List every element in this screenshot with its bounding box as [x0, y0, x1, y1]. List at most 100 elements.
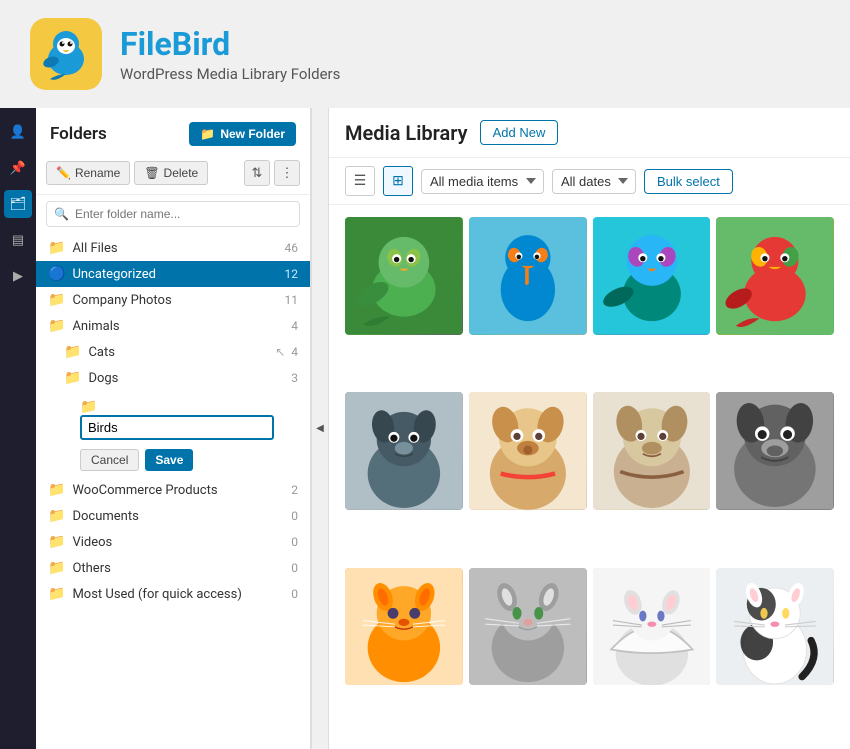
folder-label: Cats	[88, 345, 271, 360]
add-new-button[interactable]: Add New	[480, 120, 559, 145]
more-options-button[interactable]: ⋮	[274, 160, 300, 186]
folder-icon: 📁	[64, 344, 81, 360]
app-logo-icon	[30, 18, 102, 90]
grid-view-button[interactable]: ⊞	[383, 166, 413, 196]
media-header: Media Library Add New	[329, 108, 850, 158]
media-item-dog-3[interactable]	[593, 392, 711, 510]
folder-icon: 📁	[64, 370, 81, 386]
media-item-bird-1[interactable]	[345, 217, 463, 335]
rename-label: Rename	[75, 166, 120, 180]
media-item-cat-4[interactable]	[716, 568, 834, 686]
folder-label: Others	[72, 561, 285, 576]
folder-icon: 📁	[48, 534, 65, 550]
cursor-icon: ↖	[275, 345, 285, 359]
media-item-cat-1[interactable]	[345, 568, 463, 686]
folder-item-company-photos[interactable]: 📁 Company Photos 11	[36, 287, 310, 313]
folder-list: 📁 All Files 46 🔵 Uncategorized 12 📁 Comp…	[36, 235, 310, 749]
rename-save-button[interactable]: Save	[145, 449, 193, 471]
panel-toggle-button[interactable]: ◀	[311, 108, 329, 749]
folder-label: WooCommerce Products	[72, 483, 285, 498]
folders-panel: Folders 📁 New Folder ✏️ Rename 🗑 Delete …	[36, 108, 311, 749]
folder-item-uncategorized[interactable]: 🔵 Uncategorized 12	[36, 261, 310, 287]
folder-item-videos[interactable]: 📁 Videos 0	[36, 529, 310, 555]
folder-item-animals[interactable]: 📁 Animals 4	[36, 313, 310, 339]
rename-button[interactable]: ✏️ Rename	[46, 161, 130, 185]
delete-label: Delete	[164, 166, 199, 180]
delete-button[interactable]: 🗑 Delete	[134, 161, 208, 185]
media-item-dog-2[interactable]	[469, 392, 587, 510]
folder-count: 46	[285, 241, 299, 255]
folder-count: 4	[291, 345, 298, 359]
nav-icon-list[interactable]: ▤	[4, 226, 32, 254]
nav-icon-person[interactable]: 👤	[4, 118, 32, 146]
folder-count: 11	[285, 293, 299, 307]
media-panel: Media Library Add New ☰ ⊞ All media item…	[329, 108, 850, 749]
media-item-cat-2[interactable]	[469, 568, 587, 686]
folder-icon: 📁	[48, 240, 65, 256]
folder-item-birds-renaming: 📁	[36, 391, 310, 445]
folder-item-documents[interactable]: 📁 Documents 0	[36, 503, 310, 529]
nav-sidebar: 👤 📌 🗂 ▤ ▶	[0, 108, 36, 749]
folder-icon: 📁	[48, 482, 65, 498]
folders-header: Folders 📁 New Folder	[36, 108, 310, 156]
folder-item-dogs[interactable]: 📁 Dogs 3	[36, 365, 310, 391]
app-subtitle: WordPress Media Library Folders	[120, 65, 340, 83]
folder-item-others[interactable]: 📁 Others 0	[36, 555, 310, 581]
folder-label: Documents	[72, 509, 285, 524]
app-name: FileBird	[120, 25, 340, 63]
media-library-title: Media Library	[345, 121, 468, 145]
folder-icon: 📁	[48, 586, 65, 602]
folder-search-container: 🔍	[46, 201, 300, 227]
folder-icon: 📁	[80, 399, 97, 415]
folder-label: Company Photos	[72, 293, 278, 308]
bulk-select-button[interactable]: Bulk select	[644, 169, 733, 194]
folder-icon: 📁	[48, 318, 65, 334]
rename-icon: ✏️	[56, 166, 71, 180]
folders-toolbar: ✏️ Rename 🗑 Delete ⇅ ⋮	[36, 156, 310, 195]
media-item-bird-3[interactable]	[593, 217, 711, 335]
app-branding: FileBird WordPress Media Library Folders	[120, 25, 340, 83]
folder-count: 2	[291, 483, 298, 497]
media-item-dog-1[interactable]	[345, 392, 463, 510]
nav-icon-play[interactable]: ▶	[4, 262, 32, 290]
folder-item-all-files[interactable]: 📁 All Files 46	[36, 235, 310, 261]
birds-rename-input[interactable]	[80, 415, 274, 440]
folder-item-cats[interactable]: 📁 Cats ↖ 4	[36, 339, 310, 365]
folder-search-icon: 🔍	[54, 207, 69, 221]
media-type-filter[interactable]: All media items	[421, 169, 544, 194]
folder-icon: 📁	[48, 508, 65, 524]
folder-label: All Files	[72, 241, 278, 256]
new-folder-icon: 📁	[200, 127, 215, 141]
new-folder-label: New Folder	[220, 127, 285, 141]
folder-label: Uncategorized	[72, 267, 278, 282]
list-view-button[interactable]: ☰	[345, 166, 375, 196]
media-grid	[329, 205, 850, 749]
media-item-bird-4[interactable]	[716, 217, 834, 335]
rename-actions: Cancel Save	[36, 445, 310, 477]
folder-count: 0	[291, 509, 298, 523]
date-filter[interactable]: All dates	[552, 169, 636, 194]
folder-icon: 📁	[48, 560, 65, 576]
folder-count: 3	[291, 371, 298, 385]
folder-count: 0	[291, 535, 298, 549]
folder-count: 12	[285, 267, 299, 281]
media-item-cat-3[interactable]	[593, 568, 711, 686]
folder-item-woocommerce[interactable]: 📁 WooCommerce Products 2	[36, 477, 310, 503]
delete-icon: 🗑	[144, 166, 159, 180]
nav-icon-pin[interactable]: 📌	[4, 154, 32, 182]
folder-label: Most Used (for quick access)	[72, 587, 285, 602]
folders-title: Folders	[50, 124, 107, 144]
folder-count: 0	[291, 587, 298, 601]
nav-icon-folder[interactable]: 🗂	[4, 190, 32, 218]
media-item-dog-4[interactable]	[716, 392, 834, 510]
sort-button[interactable]: ⇅	[244, 160, 270, 186]
folder-label: Videos	[72, 535, 285, 550]
media-item-bird-2[interactable]	[469, 217, 587, 335]
folder-search-input[interactable]	[46, 201, 300, 227]
folder-label: Dogs	[88, 371, 285, 386]
folder-icon: 🔵	[48, 266, 65, 282]
folder-item-most-used[interactable]: 📁 Most Used (for quick access) 0	[36, 581, 310, 607]
main-layout: 👤 📌 🗂 ▤ ▶ Folders 📁 New Folder ✏️ Rename…	[0, 108, 850, 749]
rename-cancel-button[interactable]: Cancel	[80, 449, 139, 471]
new-folder-button[interactable]: 📁 New Folder	[189, 122, 296, 146]
